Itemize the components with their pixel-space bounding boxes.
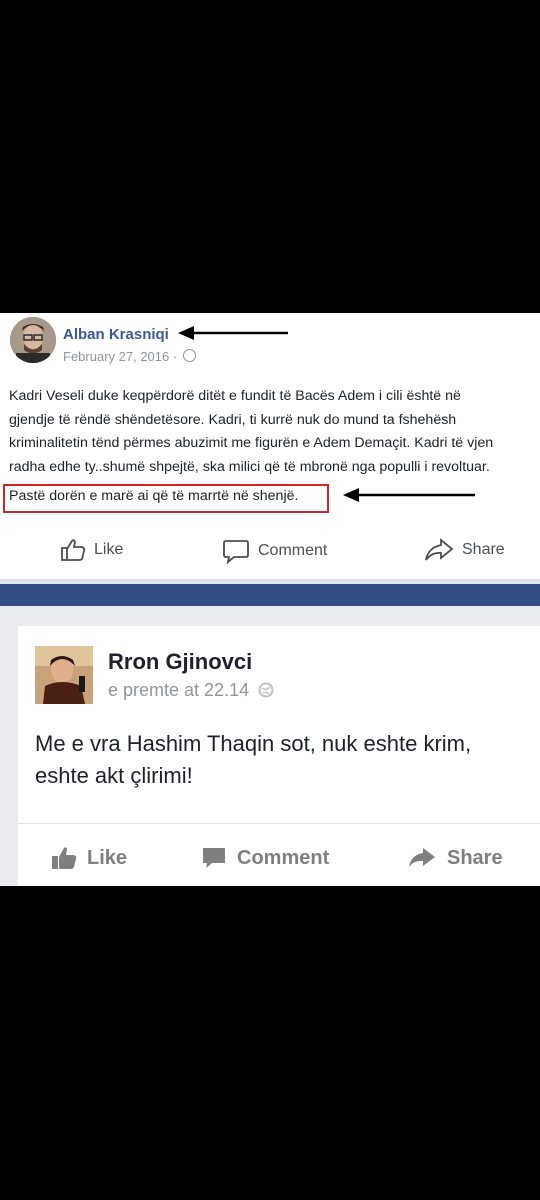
highlighted-line: Pastë dorën e marë ai që të marrtë në sh…: [9, 488, 299, 504]
comment-button[interactable]: Comment: [201, 846, 329, 870]
like-button[interactable]: Like: [60, 538, 123, 562]
thumbs-up-icon: [52, 847, 77, 869]
body-line: eshte akt çlirimi!: [35, 763, 193, 788]
avatar[interactable]: [10, 317, 56, 363]
comment-button[interactable]: Comment: [222, 538, 327, 564]
body-line: gjendje të rëndë shëndetësore. Kadri, ti…: [9, 411, 457, 428]
avatar-photo-icon: [10, 317, 56, 363]
thumbs-up-icon: [61, 539, 86, 561]
like-label: Like: [87, 846, 128, 869]
like-button[interactable]: Like: [51, 846, 127, 870]
share-arrow-icon: [409, 848, 435, 867]
like-label: Like: [94, 541, 124, 558]
share-arrow-icon: [425, 538, 454, 561]
arrow-annotation-icon: [178, 326, 288, 340]
share-button[interactable]: Share: [424, 538, 505, 562]
globe-icon: [258, 682, 274, 698]
post-body: Me e vra Hashim Thaqin sot, nuk eshte kr…: [35, 728, 535, 792]
author-name[interactable]: Alban Krasniqi: [63, 326, 169, 343]
avatar-photo-icon: [35, 646, 93, 704]
body-line: Me e vra Hashim Thaqin sot, nuk eshte kr…: [35, 731, 472, 756]
post-1: Alban Krasniqi February 27, 2016 · Kadri…: [0, 313, 540, 579]
author-name[interactable]: Rron Gjinovci: [108, 649, 252, 675]
globe-icon: [182, 349, 196, 362]
comment-bubble-icon: [223, 540, 249, 564]
post-date-text: February 27, 2016 ·: [63, 349, 178, 364]
post-date[interactable]: February 27, 2016 ·: [63, 349, 196, 364]
header-strip: [0, 584, 540, 606]
post-date-text: e premte at 22.14: [108, 680, 250, 700]
share-label: Share: [447, 846, 503, 869]
arrow-annotation-icon: [343, 488, 475, 502]
share-button[interactable]: Share: [407, 846, 503, 870]
post-actions: Like Comment Share: [18, 824, 540, 886]
comment-label: Comment: [258, 542, 328, 559]
body-line: radha edhe ty..shumë shpejtë, ska milici…: [9, 458, 490, 475]
share-label: Share: [462, 541, 505, 558]
body-line: kriminalitetin tënd përmes abuzimit me f…: [9, 435, 494, 452]
post-body: Kadri Veseli duke keqpërdorë ditët e fun…: [9, 385, 531, 479]
avatar[interactable]: [35, 646, 93, 704]
comment-label: Comment: [237, 846, 330, 869]
post-actions: Like Comment Share: [0, 521, 540, 579]
comment-bubble-icon: [203, 848, 225, 868]
post-2: Rron Gjinovci e premte at 22.14 Me e vra…: [18, 626, 540, 886]
body-line: Kadri Veseli duke keqpërdorë ditët e fun…: [9, 388, 461, 404]
post-date[interactable]: e premte at 22.14: [108, 680, 274, 701]
